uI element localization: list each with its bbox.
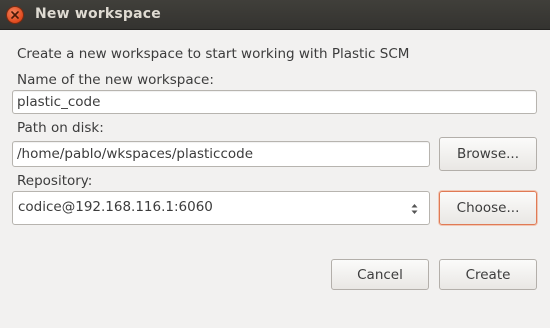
up-down-arrows-icon bbox=[411, 204, 418, 214]
workspace-name-label: Name of the new workspace: bbox=[17, 72, 214, 88]
repository-value: codice@192.168.116.1:6060 bbox=[18, 199, 213, 215]
create-button[interactable]: Create bbox=[439, 259, 537, 290]
title-bar: New workspace bbox=[0, 0, 550, 30]
new-workspace-dialog: New workspace Create a new workspace to … bbox=[0, 0, 550, 328]
close-icon bbox=[11, 11, 19, 19]
browse-button[interactable]: Browse... bbox=[439, 137, 537, 171]
path-input[interactable] bbox=[12, 141, 430, 167]
path-label: Path on disk: bbox=[17, 120, 104, 136]
cancel-button[interactable]: Cancel bbox=[331, 259, 429, 290]
repository-label: Repository: bbox=[17, 173, 93, 189]
workspace-name-input[interactable] bbox=[12, 90, 537, 114]
window-title: New workspace bbox=[35, 6, 161, 22]
choose-button[interactable]: Choose... bbox=[439, 191, 537, 225]
close-button[interactable] bbox=[7, 7, 23, 23]
intro-text: Create a new workspace to start working … bbox=[17, 46, 410, 62]
repository-select[interactable]: codice@192.168.116.1:6060 bbox=[12, 191, 430, 225]
